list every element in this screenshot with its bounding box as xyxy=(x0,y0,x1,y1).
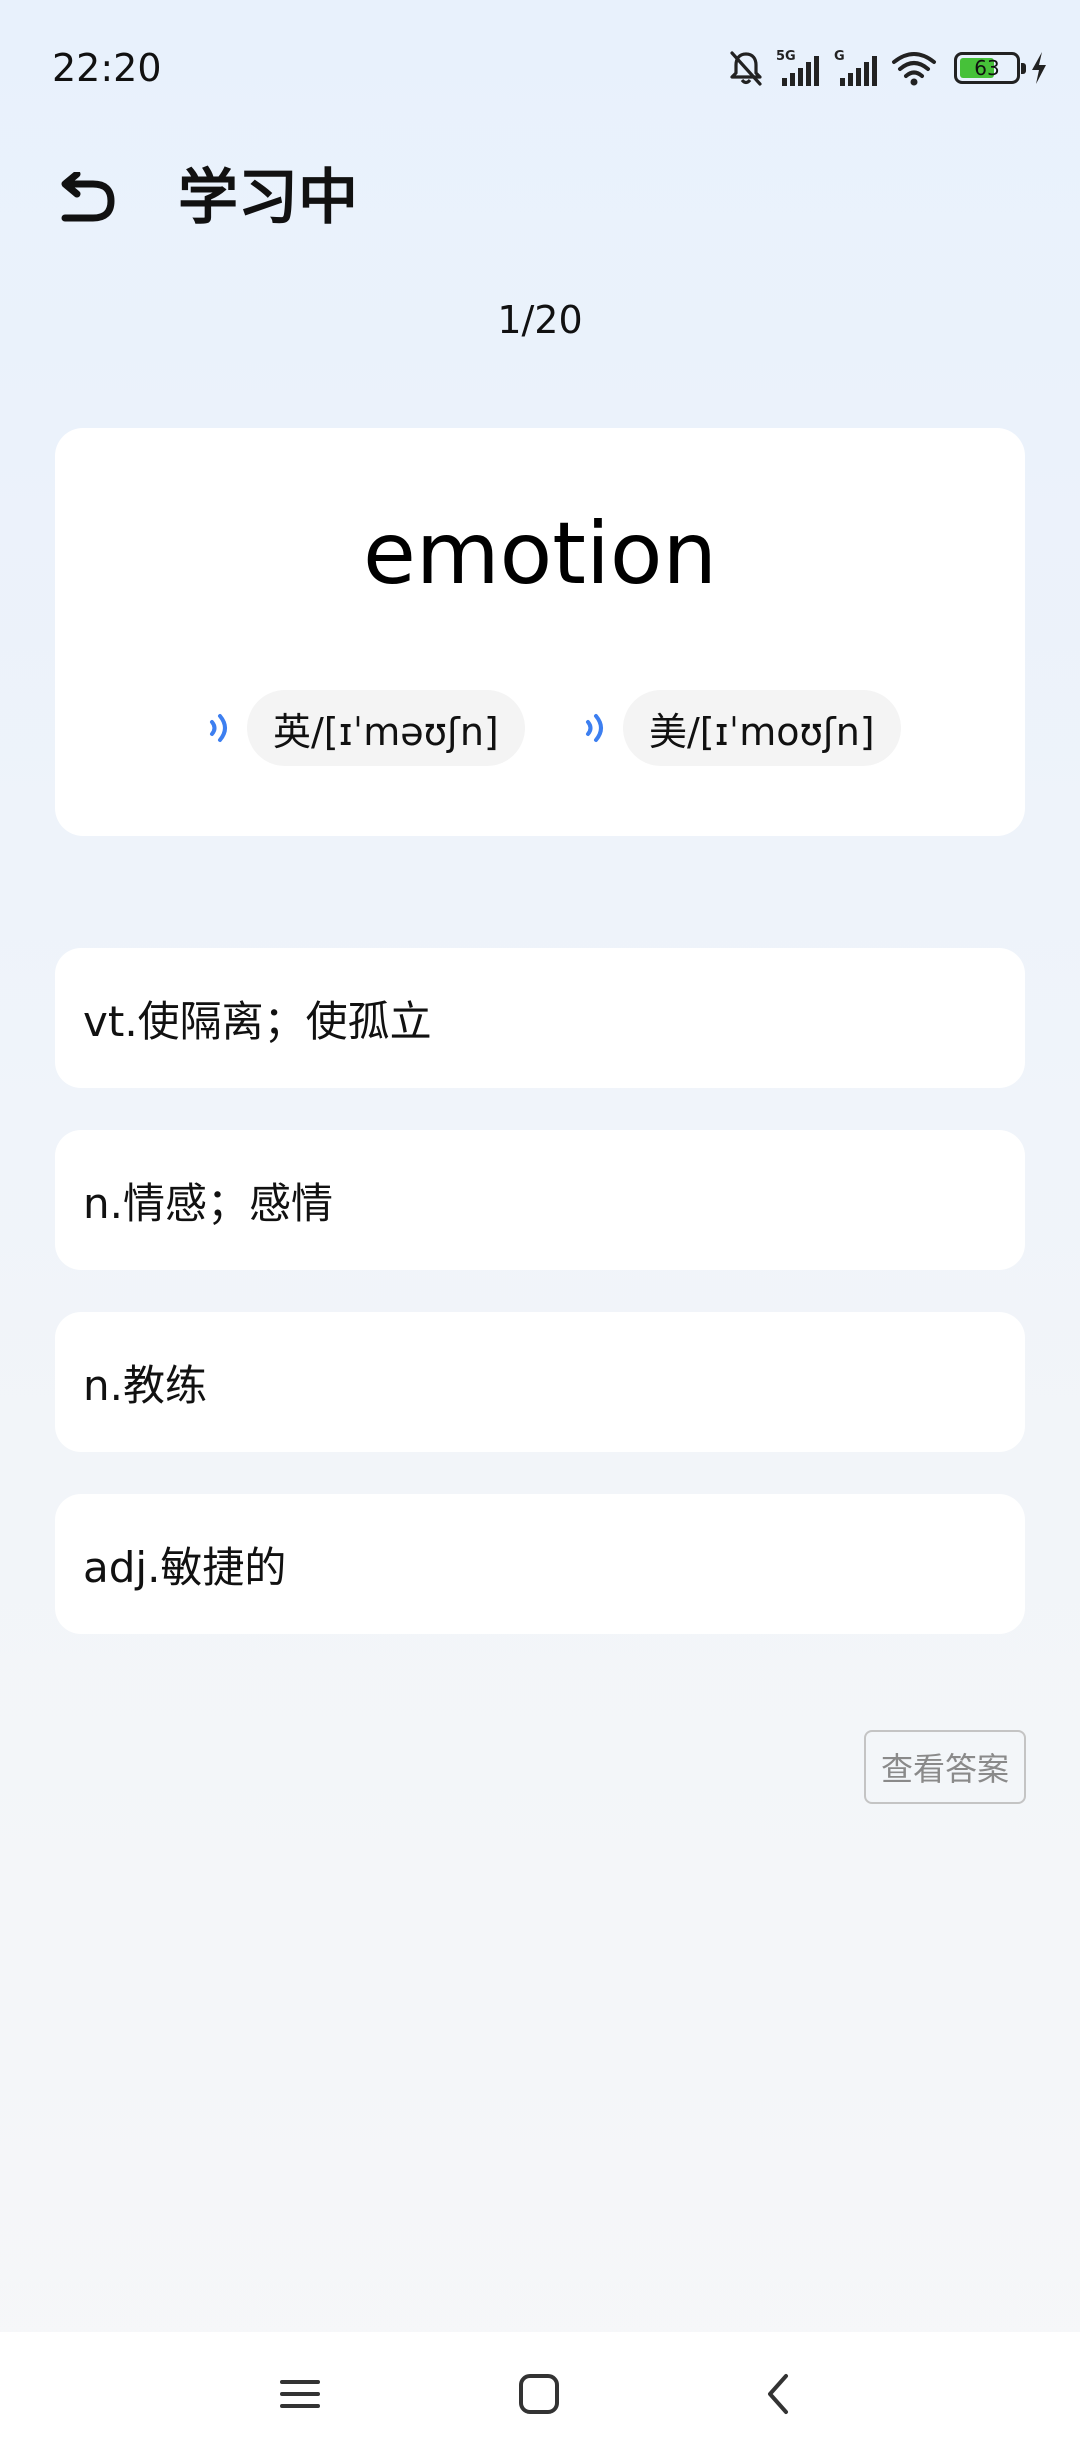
word-card: emotion 英/[ɪˈməʊʃn] 美/[ɪˈmoʊʃn] xyxy=(55,428,1025,836)
answer-option[interactable]: n.教练 xyxy=(55,1312,1025,1452)
wifi-icon xyxy=(890,48,938,88)
app-header: 学习中 xyxy=(0,140,1080,260)
system-nav-bar xyxy=(0,2332,1080,2460)
back-nav-button[interactable] xyxy=(738,2356,818,2436)
network-label-5g: 5G xyxy=(776,49,796,64)
status-time: 22:20 xyxy=(52,46,162,90)
home-icon xyxy=(517,2372,561,2420)
status-bar: 22:20 5G G 63 xyxy=(0,0,1080,136)
menu-icon xyxy=(278,2374,322,2418)
mute-bell-icon xyxy=(726,48,766,88)
uk-pronunciation-group[interactable]: 英/[ɪˈməʊʃn] xyxy=(203,690,525,766)
us-pronunciation-group[interactable]: 美/[ɪˈmoʊʃn] xyxy=(579,690,901,766)
menu-button[interactable] xyxy=(260,2356,340,2436)
answer-option[interactable]: n.情感；感情 xyxy=(55,1130,1025,1270)
progress-counter: 1/20 xyxy=(497,298,583,342)
battery-icon: 63 xyxy=(954,52,1026,84)
answer-option[interactable]: vt.使隔离；使孤立 xyxy=(55,948,1025,1088)
cellular-signal-icon: 5G xyxy=(774,48,824,88)
status-icons: 5G G 63 xyxy=(726,42,1050,94)
charging-bolt-icon xyxy=(1028,48,1050,88)
undo-arrow-icon xyxy=(57,170,119,232)
uk-pronunciation[interactable]: 英/[ɪˈməʊʃn] xyxy=(247,690,525,766)
speaker-icon[interactable] xyxy=(579,708,615,748)
battery-level: 63 xyxy=(974,56,1000,80)
pronunciation-row: 英/[ɪˈməʊʃn] 美/[ɪˈmoʊʃn] xyxy=(55,690,1025,766)
cellular-signal-icon: G xyxy=(832,48,882,88)
home-button[interactable] xyxy=(499,2356,579,2436)
word-text: emotion xyxy=(362,504,718,604)
speaker-icon[interactable] xyxy=(203,708,239,748)
back-button[interactable] xyxy=(48,162,128,242)
page-title: 学习中 xyxy=(178,163,358,233)
back-icon xyxy=(758,2370,798,2422)
network-label-g: G xyxy=(834,49,845,64)
show-answer-button[interactable]: 查看答案 xyxy=(864,1730,1026,1804)
answer-option[interactable]: adj.敏捷的 xyxy=(55,1494,1025,1634)
us-pronunciation[interactable]: 美/[ɪˈmoʊʃn] xyxy=(623,690,901,766)
